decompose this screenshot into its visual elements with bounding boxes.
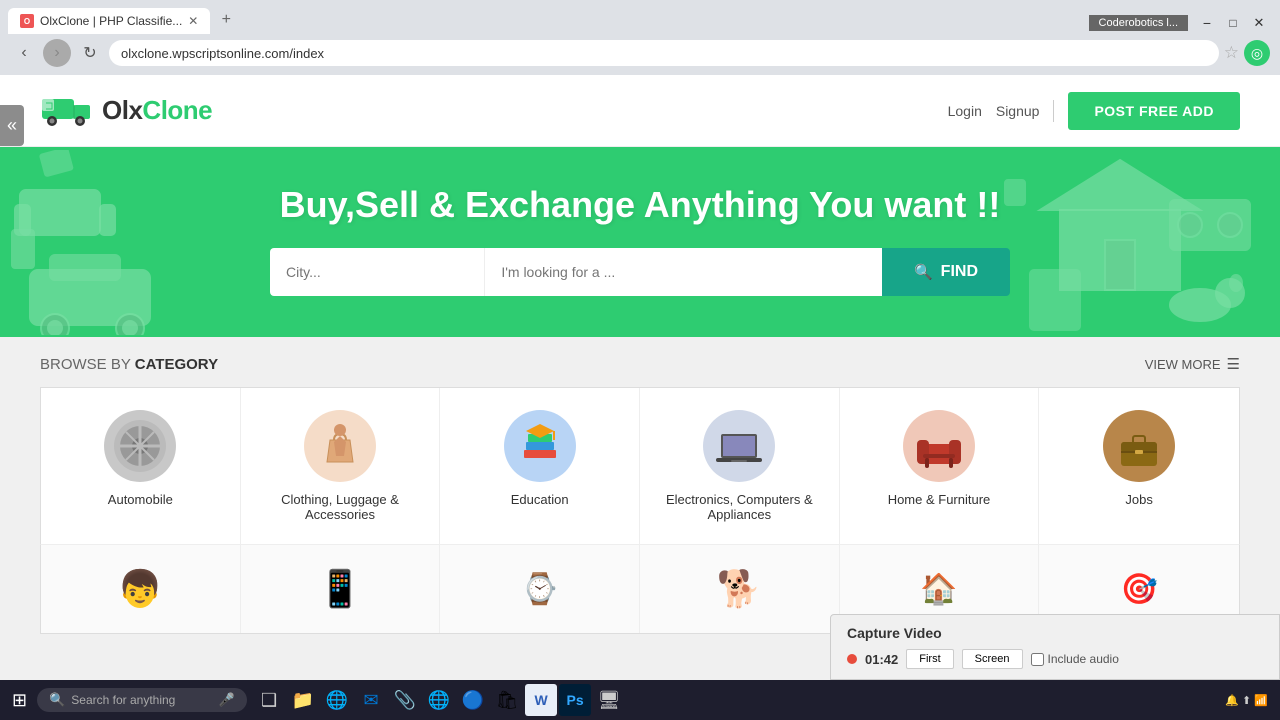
categories-section-title: BROWSE BY CATEGORY	[40, 356, 218, 373]
category-mobiles[interactable]: 📱	[241, 545, 441, 633]
extension-icon[interactable]: ◎	[1244, 40, 1270, 66]
category-jobs[interactable]: Jobs	[1039, 388, 1239, 544]
star-icon[interactable]: ☆	[1224, 43, 1239, 63]
category-pets[interactable]: 🐕	[640, 545, 840, 633]
coderobotics-label: Coderobotics l...	[1089, 15, 1188, 31]
category-clothing-label: Clothing, Luggage &Accessories	[281, 492, 399, 522]
left-toggle[interactable]: «	[0, 105, 24, 146]
hero-title: Buy,Sell & Exchange Anything You want !!	[270, 184, 1010, 226]
include-audio-checkbox[interactable]	[1031, 653, 1044, 666]
login-link[interactable]: Login	[948, 103, 982, 119]
city-input[interactable]	[270, 248, 484, 296]
record-dot	[847, 654, 857, 664]
taskbar-icon-chrome[interactable]: 🌐	[423, 684, 455, 716]
taskbar-icon-edge[interactable]: 🌐	[321, 684, 353, 716]
category-jobs-label: Jobs	[1125, 492, 1152, 507]
category-fashion[interactable]: ⌚	[440, 545, 640, 633]
search-icon: 🔍	[914, 263, 933, 281]
category-home-furniture[interactable]: Home & Furniture	[840, 388, 1040, 544]
taskbar: ⊞ 🔍 Search for anything 🎤 ❑ 📁 🌐 ✉ 📎 🌐 🔵 …	[0, 680, 1280, 720]
category-home-icon	[903, 410, 975, 482]
category-education-icon	[504, 410, 576, 482]
find-btn[interactable]: 🔍 FIND	[882, 248, 1010, 296]
post-free-add-btn[interactable]: POST FREE ADD	[1068, 92, 1240, 130]
list-icon: ☰	[1227, 355, 1240, 373]
search-input[interactable]	[484, 248, 882, 296]
tab-title: OlxClone | PHP Classifie...	[40, 14, 182, 28]
category-jobs-icon	[1103, 410, 1175, 482]
taskbar-time: 🔔 ⬆ 📶	[1225, 694, 1268, 707]
taskbar-icon-word[interactable]: W	[525, 684, 557, 716]
category-education-label: Education	[511, 492, 569, 507]
category-electronics-label: Electronics, Computers &Appliances	[666, 492, 813, 522]
logo-text2: Clone	[142, 95, 212, 125]
browse-by-label: BROWSE BY	[40, 356, 135, 373]
find-btn-label: FIND	[941, 263, 978, 281]
category-clothing-icon	[304, 410, 376, 482]
view-more-label: VIEW MORE	[1145, 357, 1221, 372]
category-automobile-icon	[104, 410, 176, 482]
taskbar-search-box[interactable]: 🔍 Search for anything 🎤	[37, 688, 247, 712]
forward-btn[interactable]: ›	[43, 39, 71, 67]
taskbar-icon-file-explorer[interactable]: 📁	[287, 684, 319, 716]
view-more-btn[interactable]: VIEW MORE ☰	[1145, 355, 1240, 373]
category-education[interactable]: Education	[440, 388, 640, 544]
screen-btn[interactable]: Screen	[962, 649, 1023, 669]
hero-deco-left	[0, 147, 270, 337]
new-tab-btn[interactable]: +	[212, 6, 240, 34]
maximize-btn[interactable]: □	[1220, 12, 1246, 34]
include-audio-label[interactable]: Include audio	[1031, 652, 1119, 666]
category-automobile[interactable]: Automobile	[41, 388, 241, 544]
category-clothing[interactable]: Clothing, Luggage &Accessories	[241, 388, 441, 544]
taskbar-icon-ps[interactable]: Ps	[559, 684, 591, 716]
address-bar[interactable]	[109, 40, 1219, 66]
category-bold-label: CATEGORY	[135, 356, 218, 373]
logo-text1: Olx	[102, 95, 142, 125]
taskbar-icon-monitor[interactable]: 🖥	[593, 684, 625, 716]
taskbar-icon-paperclip[interactable]: 📎	[389, 684, 421, 716]
timer-display: 01:42	[865, 652, 898, 667]
mic-icon[interactable]: 🎤	[219, 692, 235, 708]
category-electronics[interactable]: Electronics, Computers &Appliances	[640, 388, 840, 544]
taskbar-search-label: Search for anything	[71, 693, 175, 707]
capture-video-panel: Capture Video 01:42 First Screen Include…	[830, 614, 1280, 680]
close-btn[interactable]: ✕	[1246, 12, 1272, 34]
reload-btn[interactable]: ↻	[76, 39, 104, 67]
taskbar-icon-store[interactable]: 🛍	[491, 684, 523, 716]
minimize-btn[interactable]: −	[1194, 12, 1220, 34]
back-btn[interactable]: ‹	[10, 39, 38, 67]
capture-video-title: Capture Video	[847, 625, 942, 641]
tab-close-icon[interactable]: ✕	[188, 14, 198, 28]
browser-tab-active[interactable]: O OlxClone | PHP Classifie... ✕	[8, 8, 210, 34]
site-logo[interactable]: OlxClone	[40, 89, 212, 132]
first-btn[interactable]: First	[906, 649, 953, 669]
start-btn[interactable]: ⊞	[4, 686, 35, 715]
hero-content: Buy,Sell & Exchange Anything You want !!…	[270, 184, 1010, 296]
category-automobile-label: Automobile	[108, 492, 173, 507]
category-kids[interactable]: 👦	[41, 545, 241, 633]
signup-link[interactable]: Signup	[996, 103, 1040, 119]
taskbar-icon-ie[interactable]: 🔵	[457, 684, 489, 716]
category-home-label: Home & Furniture	[888, 492, 991, 507]
hero-deco-right	[1000, 147, 1280, 337]
taskbar-icon-task-view[interactable]: ❑	[253, 684, 285, 716]
taskbar-icon-mail[interactable]: ✉	[355, 684, 387, 716]
category-electronics-icon	[703, 410, 775, 482]
